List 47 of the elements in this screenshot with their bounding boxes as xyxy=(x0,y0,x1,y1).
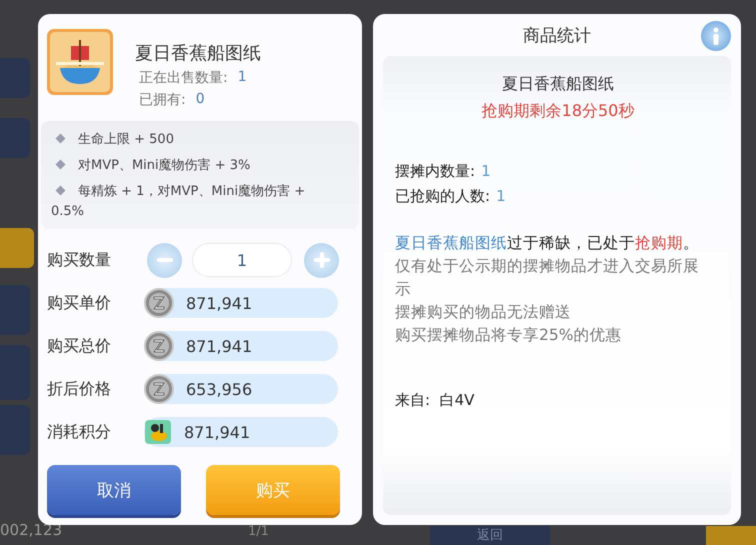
countdown-text: 抢购期剩余18分50秒 xyxy=(480,101,636,122)
row-label: 消耗积分 xyxy=(47,422,112,442)
row-label: 折后价格 xyxy=(47,378,112,400)
info-icon xyxy=(712,27,720,45)
info-button[interactable] xyxy=(701,21,731,51)
increase-button[interactable] xyxy=(304,242,339,278)
stat-value: 1 xyxy=(481,162,491,181)
back-button[interactable]: 返回 xyxy=(430,526,550,545)
item-name: 夏日香蕉船图纸 xyxy=(501,74,615,95)
on-sale-label: 正在出售数量: xyxy=(139,69,228,87)
row-label: 购买数量 xyxy=(47,250,112,270)
row-label: 购买总价 xyxy=(47,336,112,356)
plus-icon xyxy=(314,252,330,268)
owned-count: 0 xyxy=(196,91,205,109)
action-button[interactable] xyxy=(706,526,756,545)
coin-icon xyxy=(144,288,174,318)
decrease-button[interactable] xyxy=(147,242,182,278)
on-sale-count: 1 xyxy=(238,69,247,87)
minus-icon xyxy=(156,258,172,262)
panel-title: 商品统计 xyxy=(523,24,591,46)
page-indicator: 1/1 xyxy=(248,524,269,539)
price-value: 871,941 xyxy=(184,422,250,442)
coin-icon xyxy=(144,331,174,361)
row-label: 购买单价 xyxy=(47,292,112,314)
effect-line: 生命上限 + 500 xyxy=(51,127,349,153)
price-value: 871,941 xyxy=(186,294,252,312)
points-icon xyxy=(144,418,172,446)
item-icon xyxy=(50,32,110,92)
coin-icon xyxy=(144,374,174,404)
price-value: 871,941 xyxy=(186,336,252,356)
note-text: 购买摆摊物品将专享25%的优惠 xyxy=(395,325,622,346)
stat-label: 已抢购的人数: xyxy=(395,187,490,206)
note-text: 摆摊购买的物品无法赠送 xyxy=(395,302,572,323)
stat-label: 摆摊内数量: xyxy=(395,162,476,181)
owned-label: 已拥有: xyxy=(139,91,186,109)
balance-text: 002,123 xyxy=(0,521,62,539)
price-value: 653,956 xyxy=(186,380,252,398)
side-tab[interactable] xyxy=(0,228,34,268)
notice-text: 夏日香蕉船图纸过于稀缺，已处于抢购期。 xyxy=(395,233,700,254)
cancel-button[interactable]: 取消 xyxy=(47,465,181,515)
stat-value: 1 xyxy=(496,187,506,206)
source-text: 来自: 白4V xyxy=(395,391,476,410)
effect-line: 对MVP、Mini魔物伤害 + 3% xyxy=(51,153,349,179)
item-name: 夏日香蕉船图纸 xyxy=(135,42,261,65)
effect-line: 每精炼 + 1，对MVP、Mini魔物伤害 + 0.5% xyxy=(51,183,306,221)
note-text: 仅有处于公示期的摆摊物品才进入交易所展示 xyxy=(395,256,700,300)
quantity-field[interactable]: 1 xyxy=(192,243,292,277)
